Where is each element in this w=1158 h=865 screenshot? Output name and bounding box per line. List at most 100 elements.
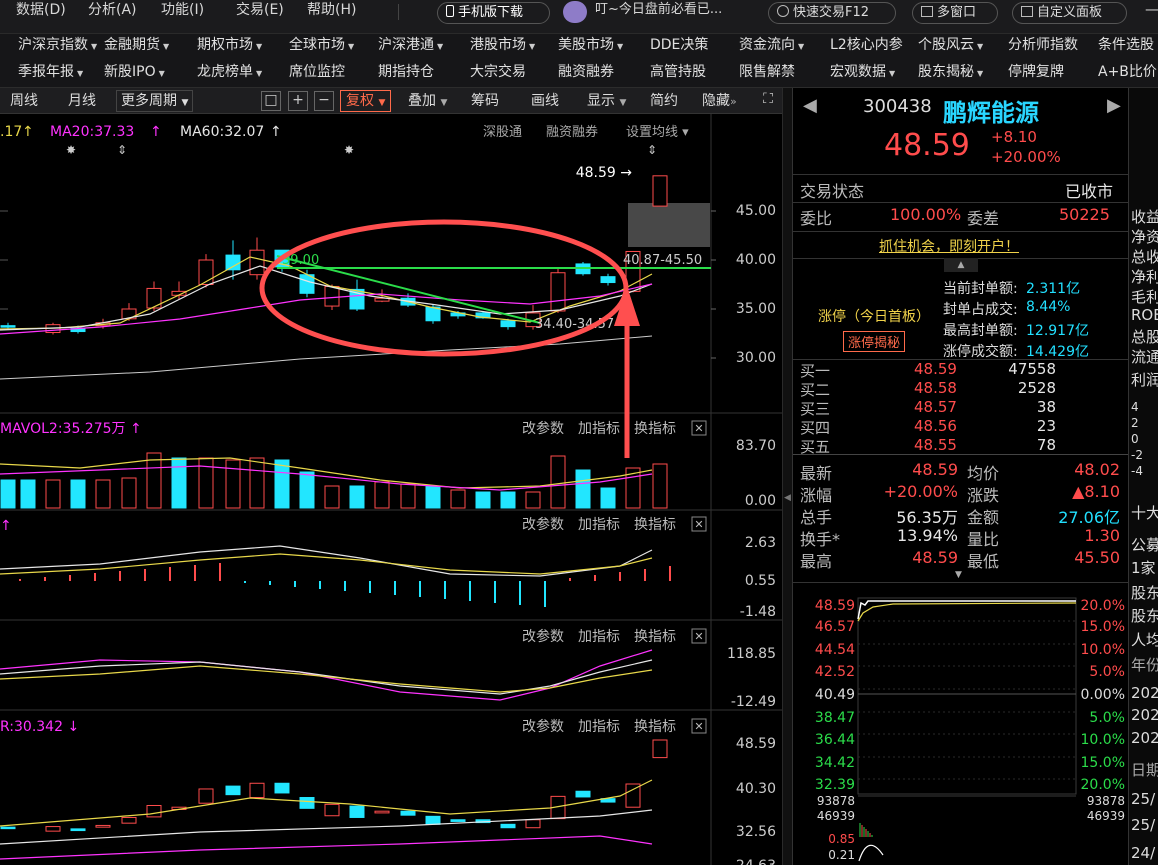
news-ticker[interactable]: 叮~今日盘前必看已... <box>595 0 722 20</box>
add-indicator-link[interactable]: 加指标 <box>578 719 620 735</box>
stock-chart[interactable]: .17 ↑ MA20:37.33 ↑ MA60:32.07 ↑ 深股通 融资融券 设置均线 ▾4… <box>0 114 786 865</box>
event-marker-icon[interactable]: ⇕ <box>117 143 127 157</box>
draw-line-button[interactable]: 画线 <box>531 91 559 111</box>
add-indicator-link[interactable]: 加指标 <box>578 517 620 533</box>
event-marker-icon[interactable]: ⇕ <box>647 143 657 157</box>
robot-icon[interactable] <box>563 1 587 23</box>
ma-legend-item: .17 <box>0 124 22 140</box>
seal-label: 涨停成交额: <box>943 344 1018 360</box>
candle <box>400 810 416 816</box>
add-indicator-link[interactable]: 加指标 <box>578 629 620 645</box>
multi-window-button[interactable]: 多窗口 <box>912 2 998 24</box>
nav-item[interactable]: 宏观数据 ▼ <box>830 62 895 84</box>
more-period-select[interactable]: 更多周期 ▼ <box>116 90 194 112</box>
nav-item[interactable]: 高管持股 <box>650 62 706 82</box>
nav-item[interactable]: 股东揭秘 ▼ <box>918 62 983 84</box>
custom-panel-button[interactable]: 自定义面板 <box>1012 2 1127 24</box>
nav-item[interactable]: 个股风云 ▼ <box>918 35 983 57</box>
open-account-link[interactable]: 抓住机会，即刻开户！ <box>879 236 1019 256</box>
nav-item[interactable]: 全球市场 ▼ <box>289 35 354 57</box>
nav-item[interactable]: 沪深京指数 ▼ <box>18 35 97 57</box>
volume-bar <box>324 485 340 509</box>
bid-price[interactable]: 48.56 <box>914 417 957 435</box>
lock-icon[interactable]: □ <box>261 91 281 111</box>
nav-item[interactable]: 期权市场 ▼ <box>197 35 262 57</box>
margin-link[interactable]: 融资融券 <box>546 124 598 140</box>
nav-item[interactable]: 条件选股 <box>1098 35 1154 55</box>
nav-item[interactable]: 席位监控 <box>289 62 345 82</box>
hide-button[interactable]: 隐藏» <box>702 91 737 111</box>
nav-item[interactable]: L2核心内参 <box>830 35 903 55</box>
stat-label: 量比 <box>967 530 1000 549</box>
collapse-icon[interactable]: ▲ <box>944 258 978 272</box>
plus-icon[interactable]: + <box>288 91 308 111</box>
display-select[interactable]: 显示 ▼ <box>587 91 626 111</box>
event-marker-icon[interactable]: ✸ <box>344 143 354 157</box>
nav-item[interactable]: 期指持仓 <box>378 62 434 82</box>
nav-item[interactable]: 分析师指数 <box>1008 35 1078 55</box>
menu-analysis[interactable]: 分析(A) <box>88 0 137 20</box>
menu-help[interactable]: 帮助(H) <box>307 0 356 20</box>
switch-indicator-link[interactable]: 换指标 <box>634 516 676 533</box>
next-stock-icon[interactable]: ▶ <box>1107 95 1121 116</box>
nav-item[interactable]: 停牌复牌 <box>1008 62 1064 82</box>
edit-params-link[interactable]: 改参数 <box>522 718 564 735</box>
fullscreen-icon[interactable]: ⛶ <box>758 91 778 111</box>
nav-item[interactable]: 季报年报 ▼ <box>18 62 83 84</box>
panel-splitter[interactable]: ◀ <box>782 88 792 865</box>
fuquan-select[interactable]: 复权 ▼ <box>340 90 392 112</box>
menu-data[interactable]: 数据(D) <box>16 0 66 20</box>
stat-label: 最高 <box>800 552 833 571</box>
nav-item[interactable]: A+B比价 <box>1098 62 1157 82</box>
nav-item[interactable]: 限售解禁 <box>739 62 795 82</box>
prev-stock-icon[interactable]: ◀ <box>803 95 817 116</box>
switch-indicator-link[interactable]: 换指标 <box>634 420 676 437</box>
tab-weekly[interactable]: 周线 <box>10 91 38 111</box>
edit-params-link[interactable]: 改参数 <box>522 516 564 533</box>
side-item: 总股 <box>1131 328 1158 346</box>
nav-item[interactable]: 沪深港通 ▼ <box>378 35 443 57</box>
nav-item[interactable]: DDE决策 <box>650 35 708 55</box>
bid-price[interactable]: 48.58 <box>914 379 957 397</box>
candle <box>324 285 340 307</box>
minus-icon[interactable]: − <box>314 91 334 111</box>
limit-up-reveal-button[interactable]: 涨停揭秘 <box>843 331 906 352</box>
phone-download-button[interactable]: 手机版下载 <box>437 2 550 24</box>
expand-icon[interactable]: ▼ <box>955 570 962 580</box>
minimize-icon[interactable]: — <box>1145 0 1158 18</box>
bid-price[interactable]: 48.59 <box>914 360 957 378</box>
bid-label: 买二 <box>800 381 831 399</box>
nav-item[interactable]: 资金流向 ▼ <box>739 35 804 57</box>
quick-trade-button[interactable]: 快速交易F12 <box>768 2 896 24</box>
volume-bar <box>374 481 390 509</box>
side-item: -2 <box>1131 448 1143 462</box>
edit-params-link[interactable]: 改参数 <box>522 420 564 437</box>
mini-axis-label: 15.0% <box>1081 755 1125 771</box>
add-indicator-link[interactable]: 加指标 <box>578 421 620 437</box>
overlay-select[interactable]: 叠加 ▼ <box>408 91 447 111</box>
event-marker-icon[interactable]: ✸ <box>66 143 76 157</box>
bid-price[interactable]: 48.57 <box>914 398 957 416</box>
switch-indicator-link[interactable]: 换指标 <box>634 718 676 735</box>
switch-indicator-link[interactable]: 换指标 <box>634 628 676 645</box>
bid-price[interactable]: 48.55 <box>914 436 957 454</box>
intraday-chart[interactable]: 48.59 46.57 44.54 42.52 40.49 38.47 36.44 34.42… <box>793 593 1129 865</box>
nav-item[interactable]: 龙虎榜单 ▼ <box>197 62 262 84</box>
side-item: 人均 <box>1131 631 1158 649</box>
tab-monthly[interactable]: 月线 <box>68 91 96 111</box>
side-item: 股东 <box>1131 607 1158 625</box>
menu-function[interactable]: 功能(I) <box>161 0 204 20</box>
nav-item[interactable]: 金融期货 ▼ <box>104 35 169 57</box>
hk-connect-link[interactable]: 深股通 <box>483 125 522 140</box>
nav-item[interactable]: 美股市场 ▼ <box>558 35 623 57</box>
chips-button[interactable]: 筹码 <box>471 91 499 111</box>
menu-trade[interactable]: 交易(E) <box>236 0 284 20</box>
nav-item[interactable]: 新股IPO ▼ <box>104 62 165 84</box>
nav-item[interactable]: 融资融券 <box>558 62 614 82</box>
nav-item[interactable]: 大宗交易 <box>470 62 526 82</box>
nav-item[interactable]: 港股市场 ▼ <box>470 35 535 57</box>
simple-button[interactable]: 简约 <box>650 91 678 111</box>
ma-settings-link[interactable]: 设置均线 ▾ <box>626 125 689 140</box>
edit-params-link[interactable]: 改参数 <box>522 628 564 645</box>
sub4-axis-label: 24.63 <box>736 858 776 865</box>
